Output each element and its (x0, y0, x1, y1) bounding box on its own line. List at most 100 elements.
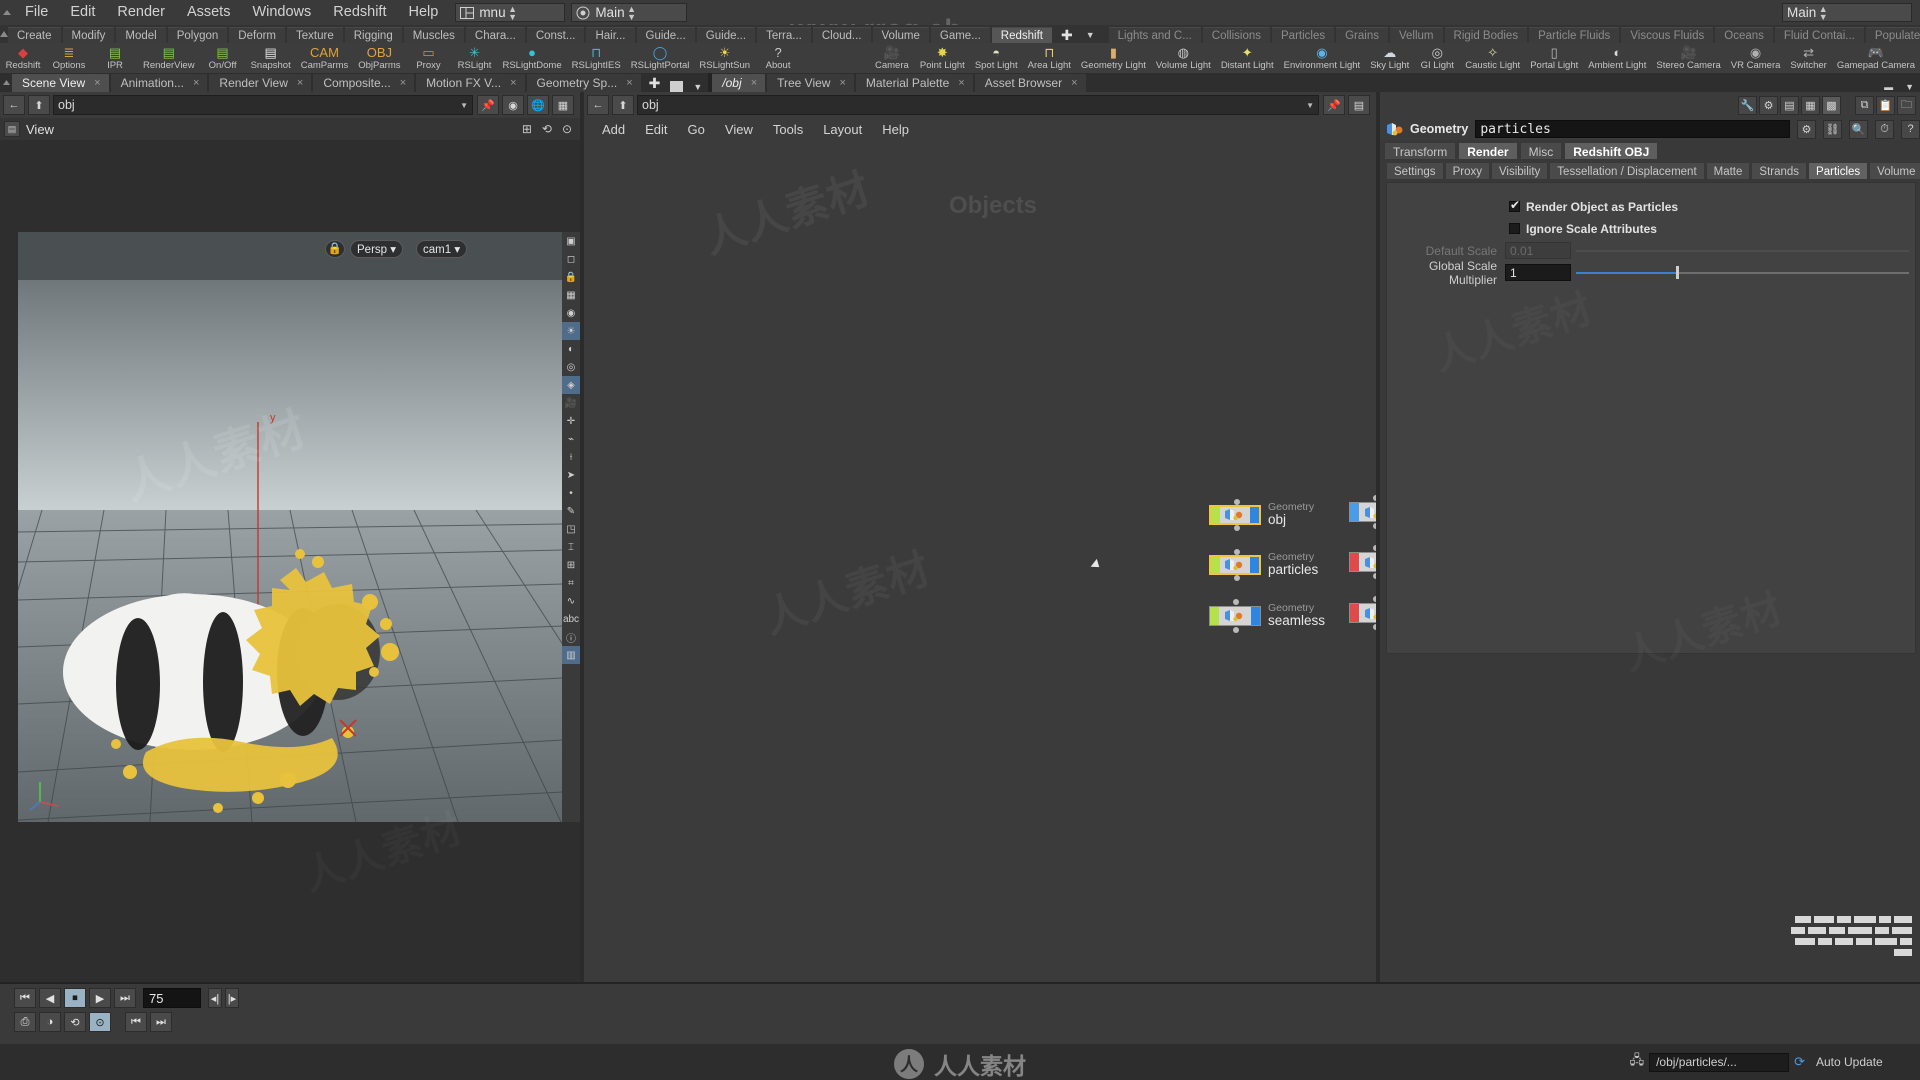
pane-tab-geometrysp[interactable]: Geometry Sp... × (526, 74, 641, 92)
step-back-button[interactable]: ◂| (208, 988, 222, 1008)
menu-help[interactable]: Help (397, 0, 449, 25)
shelf-button-vrcamera[interactable]: ◉ VR Camera (1726, 43, 1786, 73)
param-tab-render[interactable]: Render (1458, 142, 1518, 160)
param-subtab-proxy[interactable]: Proxy (1444, 162, 1490, 180)
jump-start-button[interactable]: ⏮ (14, 988, 36, 1008)
chevron-updown-icon-2[interactable]: ▲ ▼ (625, 4, 639, 21)
node-input-connector[interactable] (1373, 596, 1376, 602)
param-checkbox[interactable] (1509, 223, 1520, 234)
network-menu-layout[interactable]: Layout (813, 118, 872, 142)
shelf-tab-rigging[interactable]: Rigging (344, 27, 402, 43)
shelf-button-snapshot[interactable]: ▤ Snapshot (246, 43, 296, 73)
pane-tab-composite[interactable]: Composite... × (313, 74, 415, 92)
step-forward-button[interactable]: |▸ (225, 988, 239, 1008)
node-display-flag[interactable] (1350, 604, 1359, 622)
vtool-dot-icon[interactable]: • (562, 484, 580, 502)
stop-button[interactable]: ⏹ (64, 988, 86, 1008)
menu-redshift[interactable]: Redshift (322, 0, 397, 25)
node-body[interactable] (1349, 596, 1376, 630)
vtool-brush-icon[interactable]: ✎ (562, 502, 580, 520)
keyframe-mode-icon[interactable]: ⎙ (14, 1012, 36, 1032)
viewport-persp-badge[interactable]: Persp ▾ (350, 240, 404, 258)
network-node-rslightdome1[interactable]: rslightdome1🔒 (1349, 545, 1376, 579)
param-grid-icon[interactable]: ▦ (1801, 95, 1820, 115)
thumb-cell[interactable] (1829, 927, 1845, 934)
pane-maximize-icon[interactable] (670, 81, 684, 92)
menu-assets[interactable]: Assets (176, 0, 242, 25)
node-input-connector[interactable] (1373, 495, 1376, 501)
pane-tab-close-icon[interactable]: × (193, 74, 199, 92)
shelf-button-options[interactable]: ≣ Options (46, 43, 92, 73)
node-display-flag[interactable] (1350, 553, 1359, 571)
network-menu-add[interactable]: Add (592, 118, 635, 142)
shelf-tab-particlefluids[interactable]: Particle Fluids (1529, 27, 1620, 43)
vtool-view-icon[interactable]: ◻ (562, 250, 580, 268)
pane-tab-motionfxv[interactable]: Motion FX V... × (416, 74, 525, 92)
param-table-icon[interactable]: ▩ (1822, 95, 1841, 115)
param-list-icon[interactable]: ▤ (1780, 95, 1799, 115)
shelf-tab-grains[interactable]: Grains (1336, 27, 1388, 43)
pane-tab-sceneview[interactable]: Scene View × (12, 74, 109, 92)
net-up-icon[interactable]: ⬆ (612, 95, 634, 115)
realtime-toggle-icon[interactable]: ⟲ (64, 1012, 86, 1032)
viewport-path-field[interactable]: obj ▼ (53, 95, 473, 115)
param-subtab-matte[interactable]: Matte (1705, 162, 1751, 180)
menu-edit[interactable]: Edit (59, 0, 106, 25)
node-body[interactable] (1209, 498, 1261, 531)
shelf-tab-collisions[interactable]: Collisions (1202, 27, 1270, 43)
network-menu-go[interactable]: Go (678, 118, 715, 142)
param-slider[interactable] (1576, 242, 1909, 259)
vtool-material-icon[interactable]: ◈ (562, 376, 580, 394)
shelf-tab-rigidbodies[interactable]: Rigid Bodies (1444, 27, 1528, 43)
net-back-icon[interactable]: ← (587, 95, 609, 115)
node-output-connector[interactable] (1234, 574, 1240, 581)
shelf-button-rslighties[interactable]: ⊓ RSLightIES (567, 43, 626, 73)
pane-right-menu-icon[interactable]: ▬ (1878, 82, 1899, 92)
shelf-tab-volume[interactable]: Volume (872, 27, 929, 43)
pane-tab-obj[interactable]: /obj × (712, 74, 766, 92)
shelf-button-volumelight[interactable]: ◍ Volume Light (1151, 43, 1216, 73)
path-up-icon[interactable]: ⬆ (28, 95, 50, 115)
shelf-tab-cloud[interactable]: Cloud... (812, 27, 871, 43)
pane-add-tab-icon[interactable]: ✚ (643, 74, 667, 92)
param-paste-icon[interactable]: 📋 (1876, 95, 1895, 115)
shelf-button-environmentlight[interactable]: ◉ Environment Light (1279, 43, 1366, 73)
shelf-button-rslight[interactable]: ✳ RSLight (451, 43, 497, 73)
pin-icon[interactable]: 📌 (477, 95, 499, 115)
vtool-lock-icon[interactable]: 🔒 (562, 268, 580, 286)
vtool-curve-icon[interactable]: ∿ (562, 592, 580, 610)
vtool-measure-icon[interactable]: ⟊ (562, 448, 580, 466)
vtool-palette-icon[interactable]: ▥ (562, 646, 580, 664)
path-chevron-down-icon[interactable]: ▼ (460, 101, 468, 110)
param-subtab-volume[interactable]: Volume (1869, 162, 1920, 180)
thumb-cell[interactable] (1808, 927, 1826, 934)
shelf-button-gilight[interactable]: ◎ GI Light (1414, 43, 1460, 73)
viewport-help-icon[interactable]: ⊙ (562, 122, 572, 136)
menu-grip[interactable] (0, 0, 14, 25)
pane-menu-chevron-icon[interactable]: ▼ (687, 82, 708, 92)
chevron-updown-icon[interactable]: ▲ ▼ (506, 4, 520, 21)
shelf-button-spotlight[interactable]: ◓ Spot Light (970, 43, 1023, 73)
thumb-cell[interactable] (1791, 927, 1805, 934)
thumb-cell[interactable] (1894, 916, 1912, 923)
auto-update-label[interactable]: Auto Update (1810, 1053, 1914, 1072)
thumb-cell[interactable] (1814, 916, 1834, 923)
shelf-button-arealight[interactable]: ⊓ Area Light (1023, 43, 1076, 73)
shelf-tab-vellum[interactable]: Vellum (1389, 27, 1443, 43)
shelf-menu-chevron-icon[interactable]: ▼ (1080, 27, 1101, 43)
param-subtab-tessellationdisplacement[interactable]: Tessellation / Displacement (1549, 162, 1705, 180)
vtool-grid-icon[interactable]: ▦ (562, 286, 580, 304)
node-render-flag[interactable] (1250, 506, 1259, 523)
network-node-particles[interactable]: Geometry particles (1209, 548, 1318, 581)
shelf-button-stereocamera[interactable]: 🎥 Stereo Camera (1651, 43, 1725, 73)
param-settings-gear-icon[interactable]: ⚙ (1797, 119, 1816, 139)
right-mode-combo[interactable]: Main ▲ ▼ (1782, 3, 1912, 22)
net-pin-icon[interactable]: 📌 (1323, 95, 1345, 115)
network-path-field[interactable]: obj ▼ (637, 95, 1319, 115)
shelf-button-rslightsun[interactable]: ☀ RSLightSun (694, 43, 755, 73)
vtool-select-icon[interactable]: ▣ (562, 232, 580, 250)
network-menu-help[interactable]: Help (872, 118, 919, 142)
shelf-tab-guide[interactable]: Guide... (636, 27, 695, 43)
shelf-tab-viscousfluids[interactable]: Viscous Fluids (1621, 27, 1714, 43)
shelf-button-objparms[interactable]: OBJ ObjParms (353, 43, 405, 73)
